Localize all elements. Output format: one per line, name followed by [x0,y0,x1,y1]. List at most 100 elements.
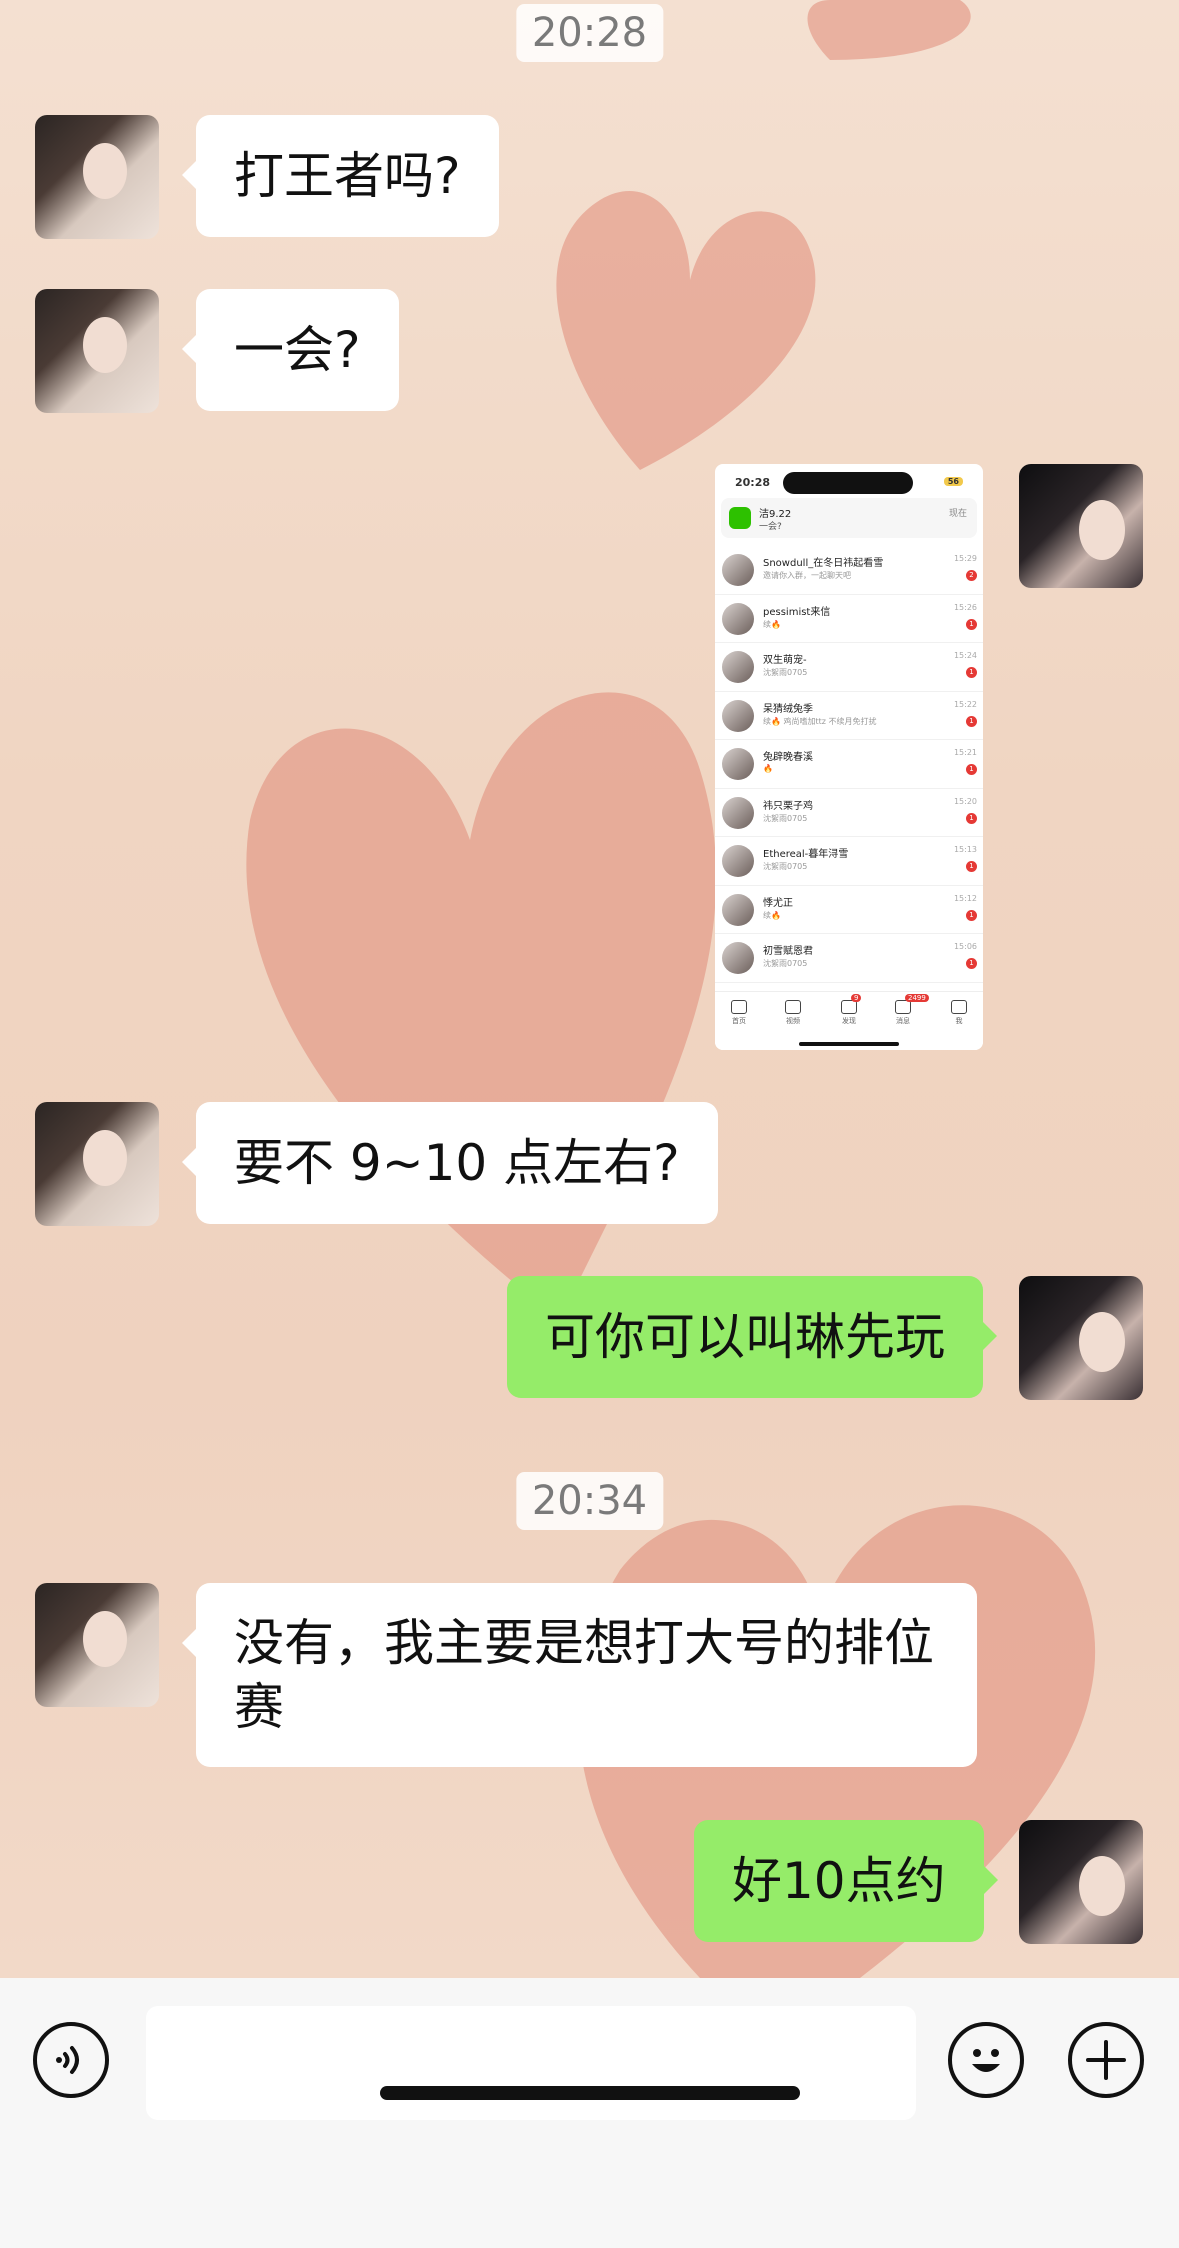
message-text: 要不 9~10 点左右? [234,1134,680,1192]
wechat-icon [729,507,751,529]
avatar [722,845,754,877]
item-preview: 🔥 [763,764,773,773]
item-time: 15:06 [953,942,977,951]
tab-badge: 2499 [905,994,929,1002]
input-bar [0,1978,1179,2248]
message-text: 没有，我主要是想打大号的排位赛 [234,1614,934,1736]
smiley-icon [972,2049,1000,2072]
self-avatar[interactable] [1019,1276,1143,1400]
item-name: 祎只栗子鸡 [763,800,813,812]
item-preview: 沈絮雨0705 [763,668,808,677]
message-bubble[interactable]: 要不 9~10 点左右? [182,1102,718,1224]
tab-label: 首页 [732,1017,746,1025]
tab-discover: 9 发现 [829,994,869,1026]
item-preview: 续🔥 [763,910,781,920]
status-bar: 20:28 56 [715,464,983,496]
tab-badge: 9 [851,994,862,1002]
unread-badge: 1 [966,861,977,872]
item-time: 15:20 [953,796,977,806]
list-item: 呆猜绒兔季 续🔥 鸡尚嗜加ttz 不续月免打扰 15:22 1 [715,692,983,740]
notification-title: 洁9.22 [759,509,792,520]
message-bubble[interactable]: 没有，我主要是想打大号的排位赛 [182,1583,977,1767]
avatar [722,699,754,732]
item-time: 15:29 [953,554,977,563]
conversation-list: Snowdull_在冬日祎起看雪 邀请你入群，一起聊天吧 15:29 2 pessim… [715,546,983,983]
self-avatar[interactable] [1019,464,1143,588]
home-icon [731,1000,747,1014]
unread-badge: 2 [966,570,977,581]
timestamp: 20:34 [515,1472,664,1530]
contact-avatar[interactable] [35,1583,159,1707]
message-text: 打王者吗? [234,147,461,205]
unread-badge: 1 [966,909,977,921]
item-name: Snowdull_在冬日祎起看雪 [763,558,884,569]
item-time: 15:12 [953,893,977,903]
item-preview: 续🔥 鸡尚嗜加ttz 不续月免打扰 [763,716,877,726]
image-message[interactable]: 20:28 56 洁9.22 一会? 现在 Snowdull_在冬日祎起看雪 邀请… [715,464,983,1050]
tab-home: 首页 [719,1000,759,1026]
tab-bar: 首页 视频 9 发现 2499 消息 我 [715,991,983,1050]
item-time: 15:24 [953,651,977,660]
message-bubble[interactable]: 一会? [182,289,399,411]
tab-label: 视频 [786,1017,800,1025]
voice-icon [56,2046,79,2074]
message-bubble[interactable]: 好10点约 [694,1820,998,1942]
list-item: pessimist来信 续🔥 15:26 1 [715,595,983,643]
item-preview: 邀请你入群，一起聊天吧 [763,571,851,580]
list-item: 初雪赋恩君沈絮雨0705 15:06 1 [715,934,983,983]
message-bubble[interactable]: 可你可以叫琳先玩 [507,1276,997,1398]
unread-badge: 1 [966,715,977,727]
battery-indicator: 56 [943,477,963,486]
tab-me: 我 [939,1000,979,1026]
dynamic-island [783,472,913,494]
video-icon [785,1000,801,1014]
emoji-button[interactable] [948,2022,1024,2098]
item-name: 兔辟晚春溪 [763,752,813,763]
avatar [722,602,754,635]
item-time: 15:21 [953,748,977,757]
home-indicator [380,2086,800,2100]
list-item: Snowdull_在冬日祎起看雪 邀请你入群，一起聊天吧 15:29 2 [715,546,983,595]
list-item: 祎只栗子鸡 沈絮雨0705 15:20 1 [715,789,983,837]
item-time: 15:26 [953,602,977,612]
notification-banner: 洁9.22 一会? 现在 [721,498,977,538]
item-name: Ethereal-暮年浔雪 [763,849,849,860]
contact-avatar[interactable] [35,1102,159,1226]
message-icon [895,1000,911,1014]
contact-avatar[interactable] [35,115,159,239]
item-preview: 沈絮雨0705 [763,813,808,823]
item-name: 悸尤正 [763,897,793,909]
message-text: 一会? [234,321,361,379]
notification-time: 现在 [948,509,967,519]
plus-icon [1086,2040,1126,2080]
tab-label: 发现 [842,1017,856,1025]
avatar [722,554,754,586]
voice-button[interactable] [33,2022,109,2098]
avatar [722,942,754,974]
item-preview: 沈絮雨0705 [763,862,808,871]
item-name: pessimist来信 [763,606,831,618]
unread-badge: 1 [966,958,977,969]
list-item: 悸尤正 续🔥 15:12 1 [715,886,983,934]
contact-avatar[interactable] [35,289,159,413]
item-name: 双生萌宠- [763,655,807,666]
self-avatar[interactable] [1019,1820,1143,1944]
tab-label: 我 [955,1017,963,1025]
message-input[interactable] [146,2006,916,2120]
message-bubble[interactable]: 打王者吗? [182,115,499,237]
unread-badge: 1 [966,618,977,630]
item-preview: 续🔥 [763,619,781,629]
item-time: 15:22 [953,699,977,709]
unread-badge: 1 [966,764,977,775]
search-icon [841,1000,857,1014]
avatar [722,796,754,829]
unread-badge: 1 [966,667,977,678]
item-preview: 沈絮雨0705 [763,959,808,968]
list-item: Ethereal-暮年浔雪 沈絮雨0705 15:13 1 [715,837,983,886]
tab-video: 视频 [773,1000,813,1026]
list-item: 兔辟晚春溪 🔥 15:21 1 [715,740,983,789]
item-name: 呆猜绒兔季 [763,703,813,715]
avatar [722,893,754,926]
item-name: 初雪赋恩君 [763,946,813,957]
more-button[interactable] [1068,2022,1144,2098]
